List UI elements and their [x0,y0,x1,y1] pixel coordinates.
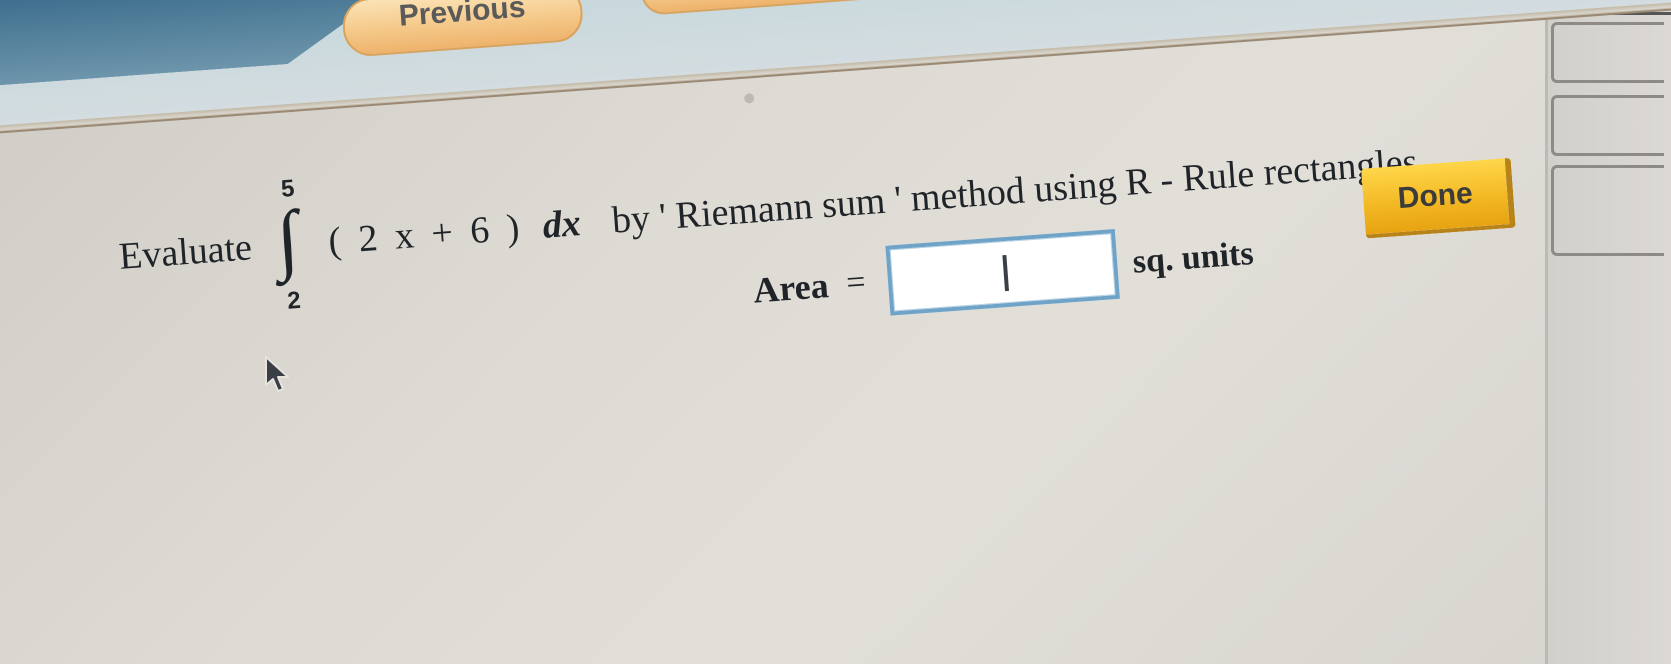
integral-symbol: 5 ∫ 2 [271,175,319,315]
integral-sign: ∫ [273,193,302,283]
method-description: by ' Riemann sum ' method using R - Rule… [610,140,1429,242]
units-label: sq. units [1131,234,1255,281]
evaluate-word: Evaluate [117,226,254,278]
area-label: Area [751,265,830,311]
equals-sign: = [844,263,867,302]
integrand-expression: ( 2 x + 6 ) [326,206,525,263]
done-button[interactable]: Done [1361,157,1516,239]
screen-speck [743,93,755,104]
text-caret [1001,255,1009,292]
differential: dx [541,202,583,247]
mouse-pointer-icon [265,356,289,392]
exercise-panel: Previous Evaluate 5 ∫ 2 ( 2 x + 6 ) dx b… [0,0,1671,662]
screen-photo: Previous Evaluate 5 ∫ 2 ( 2 x + 6 ) dx b… [0,0,1671,664]
integral-lower-limit: 2 [286,286,302,315]
integrand: ( 2 x + 6 ) dx [327,201,582,263]
